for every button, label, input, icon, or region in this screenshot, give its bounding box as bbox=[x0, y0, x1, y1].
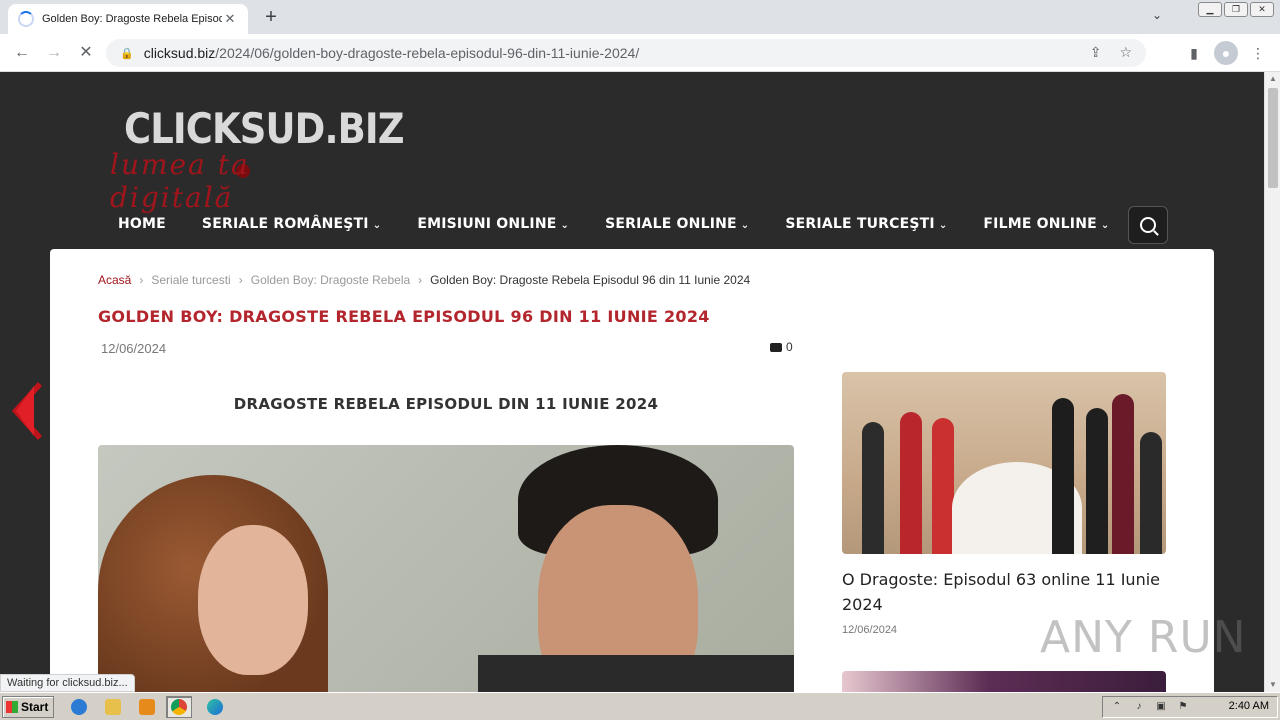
side-panel-icon[interactable]: ▮ bbox=[1182, 41, 1206, 65]
image-figure bbox=[1140, 432, 1162, 554]
browser-toolbar: ← → ✕ 🔒 clicksud.biz/2024/06/golden-boy-… bbox=[0, 34, 1280, 72]
chevron-down-icon: ⌄ bbox=[372, 220, 382, 231]
taskbar-ie-icon[interactable] bbox=[66, 696, 92, 718]
main-navigation: HOME SERIALE ROMÂNEŞTI ⌄ EMISIUNI ONLINE ⌄… bbox=[100, 202, 1128, 246]
comment-bubble-icon bbox=[770, 342, 782, 352]
browser-tab-strip: Golden Boy: Dragoste Rebela Episod ✕ + ⌄… bbox=[0, 0, 1280, 34]
loading-spinner-icon bbox=[18, 11, 34, 27]
taskbar-chrome-icon[interactable] bbox=[166, 696, 192, 718]
window-controls: ▁ ❐ ✕ bbox=[1198, 2, 1274, 17]
tab-search-chevron-icon[interactable]: ⌄ bbox=[1152, 8, 1162, 22]
nav-item-emisiuni-online[interactable]: EMISIUNI ONLINE ⌄ bbox=[399, 216, 587, 232]
volume-icon[interactable]: ♪ bbox=[1131, 700, 1147, 714]
restore-icon[interactable]: ❐ bbox=[1224, 2, 1248, 17]
forward-arrow-icon[interactable]: → bbox=[42, 41, 66, 65]
edge-icon bbox=[207, 699, 223, 715]
nav-item-filme-online[interactable]: FILME ONLINE ⌄ bbox=[965, 216, 1127, 232]
chrome-icon bbox=[171, 699, 187, 715]
breadcrumb-series[interactable]: Golden Boy: Dragoste Rebela bbox=[251, 273, 410, 287]
windows-logo-icon bbox=[6, 701, 18, 713]
site-logo[interactable]: CLICKSUD.BIZ lumea ta digitală bbox=[108, 100, 405, 214]
site-search-button[interactable] bbox=[1128, 206, 1168, 244]
scrollbar-thumb[interactable] bbox=[1268, 88, 1278, 188]
chevron-down-icon: ⌄ bbox=[740, 220, 750, 231]
nav-item-seriale-romanesti[interactable]: SERIALE ROMÂNEŞTI ⌄ bbox=[184, 216, 399, 232]
post-date: 12/06/2024 bbox=[101, 341, 167, 356]
image-figure bbox=[900, 412, 922, 554]
comment-count-link[interactable]: 0 bbox=[770, 340, 793, 354]
ie-icon bbox=[71, 699, 87, 715]
sidebar-card-image[interactable] bbox=[842, 372, 1166, 554]
breadcrumb-separator: › bbox=[418, 273, 423, 287]
taskbar-media-player-icon[interactable] bbox=[134, 696, 160, 718]
page-scrollbar[interactable]: ▲ ▼ bbox=[1264, 72, 1280, 692]
image-figure-right-shirt bbox=[478, 655, 794, 692]
url-host: clicksud.biz bbox=[143, 45, 216, 61]
action-center-flag-icon[interactable]: ⚑ bbox=[1175, 700, 1191, 714]
scroll-down-arrow-icon[interactable]: ▼ bbox=[1265, 678, 1280, 692]
tab-title: Golden Boy: Dragoste Rebela Episod bbox=[42, 13, 222, 25]
browser-status-bar: Waiting for clicksud.biz... bbox=[0, 674, 135, 692]
breadcrumb-category[interactable]: Seriale turcesti bbox=[151, 273, 230, 287]
post-title: GOLDEN BOY: DRAGOSTE REBELA EPISODUL 96 … bbox=[98, 307, 710, 326]
tab-close-icon[interactable]: ✕ bbox=[222, 11, 238, 27]
minimize-icon[interactable]: ▁ bbox=[1198, 2, 1222, 17]
sidebar-card-title[interactable]: O Dragoste: Episodul 63 online 11 Iunie … bbox=[842, 567, 1172, 617]
nav-item-seriale-online[interactable]: SERIALE ONLINE ⌄ bbox=[587, 216, 767, 232]
address-bar[interactable]: 🔒 clicksud.biz/2024/06/golden-boy-dragos… bbox=[106, 39, 1146, 67]
previous-post-arrow-icon[interactable] bbox=[8, 380, 42, 442]
new-tab-button[interactable]: + bbox=[260, 6, 282, 28]
page-viewport: CLICKSUD.BIZ lumea ta digitală HOME SERI… bbox=[0, 72, 1264, 692]
close-window-icon[interactable]: ✕ bbox=[1250, 2, 1274, 17]
image-figure bbox=[1112, 394, 1134, 554]
bookmark-star-icon[interactable]: ☆ bbox=[1119, 44, 1132, 61]
taskbar-edge-icon[interactable] bbox=[202, 696, 228, 718]
stop-loading-icon[interactable]: ✕ bbox=[74, 41, 98, 65]
back-arrow-icon[interactable]: ← bbox=[10, 41, 34, 65]
breadcrumb-separator: › bbox=[139, 273, 144, 287]
image-figure bbox=[862, 422, 884, 554]
sidebar-card-date: 12/06/2024 bbox=[842, 624, 898, 636]
image-figure bbox=[1052, 398, 1074, 554]
browser-tab-active[interactable]: Golden Boy: Dragoste Rebela Episod ✕ bbox=[8, 4, 248, 34]
network-icon[interactable]: ▣ bbox=[1153, 700, 1169, 714]
search-icon bbox=[1140, 217, 1156, 233]
windows-taskbar: Start ⌃ ♪ ▣ ⚑ 2:40 AM bbox=[0, 692, 1280, 720]
breadcrumb: Acasă › Seriale turcesti › Golden Boy: D… bbox=[98, 273, 750, 287]
watermark-logo: ANY RUN bbox=[1040, 612, 1247, 663]
lock-icon: 🔒 bbox=[120, 47, 134, 60]
chevron-down-icon: ⌄ bbox=[1100, 220, 1110, 231]
start-label: Start bbox=[21, 700, 49, 714]
taskbar-explorer-icon[interactable] bbox=[100, 696, 126, 718]
taskbar-clock[interactable]: 2:40 AM bbox=[1229, 700, 1269, 712]
breadcrumb-home[interactable]: Acasă bbox=[98, 273, 131, 287]
image-figure bbox=[932, 418, 954, 554]
logo-text: CLICKSUD.BIZ bbox=[124, 104, 405, 153]
breadcrumb-separator: › bbox=[238, 273, 243, 287]
chevron-down-icon: ⌄ bbox=[560, 220, 570, 231]
sidebar-card-image[interactable] bbox=[842, 671, 1166, 692]
share-icon[interactable]: ⇪ bbox=[1090, 44, 1102, 61]
nav-item-home[interactable]: HOME bbox=[100, 216, 184, 232]
breadcrumb-current: Golden Boy: Dragoste Rebela Episodul 96 … bbox=[430, 273, 751, 287]
post-subheading: DRAGOSTE REBELA EPISODUL DIN 11 IUNIE 20… bbox=[233, 395, 659, 413]
system-tray: ⌃ ♪ ▣ ⚑ 2:40 AM bbox=[1102, 696, 1278, 718]
scroll-up-arrow-icon[interactable]: ▲ bbox=[1265, 72, 1280, 86]
image-figure bbox=[1086, 408, 1108, 554]
start-button[interactable]: Start bbox=[2, 696, 54, 718]
tray-expand-icon[interactable]: ⌃ bbox=[1109, 700, 1125, 714]
browser-menu-icon[interactable]: ⋮ bbox=[1246, 41, 1270, 65]
url-path: /2024/06/golden-boy-dragoste-rebela-epis… bbox=[215, 45, 640, 61]
folder-icon bbox=[105, 699, 121, 715]
post-featured-image bbox=[98, 445, 794, 692]
nav-item-seriale-turcesti[interactable]: SERIALE TURCEŞTI ⌄ bbox=[767, 216, 965, 232]
image-figure-left-face bbox=[198, 525, 308, 675]
comment-count: 0 bbox=[786, 340, 793, 354]
profile-avatar-icon[interactable]: ● bbox=[1214, 41, 1238, 65]
chevron-down-icon: ⌄ bbox=[938, 220, 948, 231]
media-player-icon bbox=[139, 699, 155, 715]
